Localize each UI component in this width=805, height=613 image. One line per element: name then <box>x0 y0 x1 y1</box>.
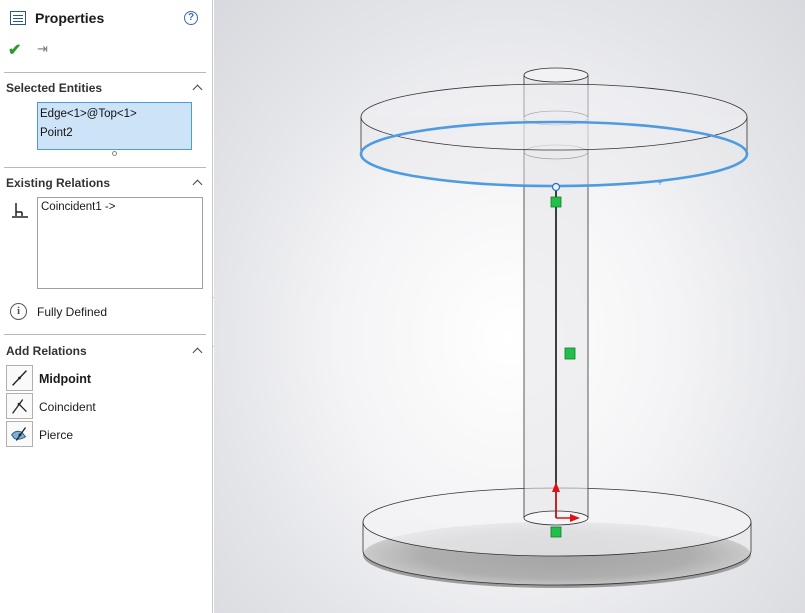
selected-entities-title[interactable]: Selected Entities <box>6 81 102 95</box>
panel-title: Properties <box>35 10 105 26</box>
checkmark-icon[interactable]: ✔ <box>8 40 21 60</box>
3d-model[interactable]: + <box>214 0 805 613</box>
add-relation-pierce[interactable]: Pierce <box>6 421 206 449</box>
panel-header: Properties ? <box>0 0 212 38</box>
chevron-up-icon[interactable] <box>193 346 202 355</box>
section-divider <box>4 334 206 335</box>
list-item[interactable]: Coincident1 -> <box>41 201 199 213</box>
graphics-viewport[interactable]: + <box>214 0 805 613</box>
relation-label[interactable]: Midpoint <box>39 372 91 386</box>
info-icon: i <box>10 303 27 320</box>
list-item[interactable]: Point2 <box>40 124 189 143</box>
chevron-up-icon[interactable] <box>193 178 202 187</box>
origin-marker[interactable] <box>550 526 562 538</box>
section-divider <box>4 72 206 73</box>
properties-icon <box>10 11 26 25</box>
pierce-icon[interactable] <box>6 421 33 447</box>
point2-handle[interactable] <box>551 182 561 192</box>
chevron-up-icon[interactable] <box>193 83 202 92</box>
add-relation-coincident[interactable]: Coincident <box>6 393 206 421</box>
pushpin-icon[interactable]: ⇥ <box>37 41 48 57</box>
section-divider <box>4 167 206 168</box>
vertical-marker[interactable] <box>564 347 576 360</box>
relation-label[interactable]: Coincident <box>39 400 96 414</box>
panel-action-row: ✔ ⇥ <box>0 40 212 60</box>
property-manager-panel: Properties ? ✔ ⇥ Selected Entities Edge<… <box>0 0 213 613</box>
relation-label[interactable]: Pierce <box>39 428 73 442</box>
existing-relations-title[interactable]: Existing Relations <box>6 176 110 190</box>
add-relations-title[interactable]: Add Relations <box>6 344 87 358</box>
list-item[interactable]: Edge<1>@Top<1> <box>40 105 189 124</box>
add-relation-midpoint[interactable]: Midpoint <box>6 365 206 393</box>
existing-relations-list[interactable]: Coincident1 -> <box>37 197 203 289</box>
status-text: Fully Defined <box>37 305 108 319</box>
coincident-marker[interactable] <box>550 196 562 208</box>
edge-handle: + <box>657 178 663 189</box>
coincident-icon[interactable] <box>6 393 33 419</box>
help-circle-icon[interactable]: ? <box>184 11 198 25</box>
resize-handle[interactable] <box>112 151 117 156</box>
midpoint-icon[interactable] <box>6 365 33 391</box>
relations-icon <box>12 203 28 218</box>
selected-entities-list[interactable]: Edge<1>@Top<1> Point2 <box>37 102 192 150</box>
top-disk[interactable] <box>360 83 748 187</box>
